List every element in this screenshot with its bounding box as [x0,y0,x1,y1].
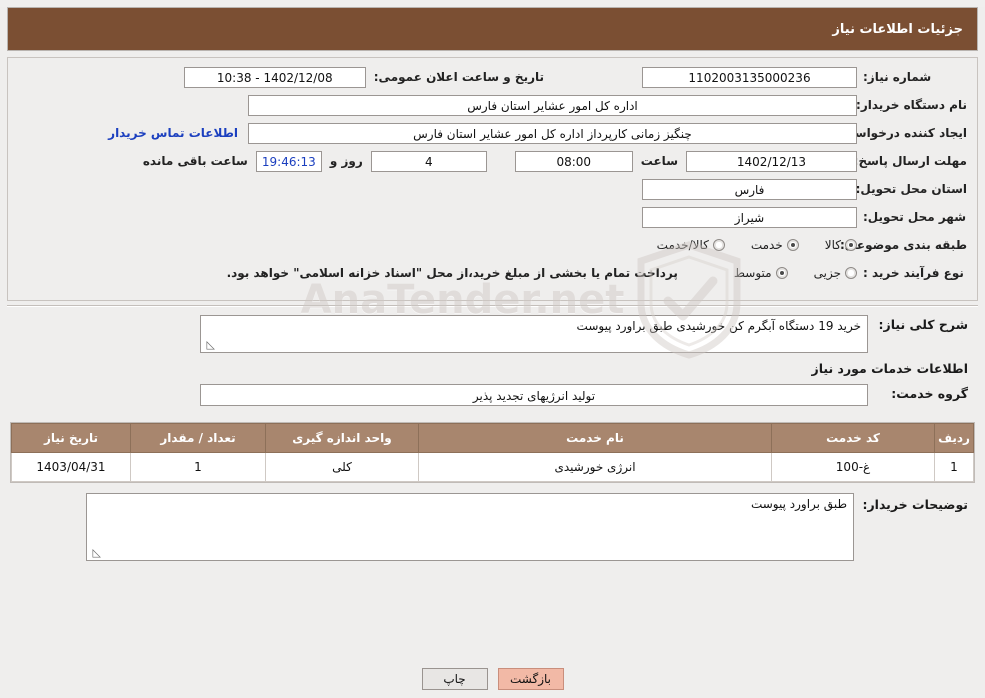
summary-section: شرح کلی نیاز: خرید 19 دستگاه آبگرم کن خو… [7,307,978,418]
city-value: شیراز [642,206,857,228]
page-title: جزئیات اطلاعات نیاز [832,21,963,37]
col-row: ردیف [934,423,974,453]
buyer-contact-link[interactable]: اطلاعات تماس خریدار [108,126,248,140]
category-option-khedmat-label: خدمت [750,238,783,252]
deadline-label: مهلت ارسال پاسخ: تا تاریخ: [802,154,967,168]
summary-label: شرح کلی نیاز: [878,317,968,332]
need-details-panel: شماره نیاز: 1102003135000236 تاریخ و ساع… [7,57,978,301]
row-deadline: مهلت ارسال پاسخ: تا تاریخ: 1402/12/13 سا… [18,150,967,172]
process-option-motavaset[interactable]: متوسط [734,266,788,280]
radio-icon-motavaset[interactable] [775,267,788,279]
remaining-label: ساعت باقی مانده [142,154,248,168]
process-option-motavaset-label: متوسط [733,266,772,280]
row-service-group: گروه خدمت: تولید انرژیهای تجدید پذیر [17,384,968,406]
announce-datetime-label: تاریخ و ساعت اعلان عمومی: [373,70,544,84]
buyer-notes-textarea[interactable]: طبق براورد پیوست ◺ [86,493,854,561]
buyer-org-label: نام دستگاه خریدار: [856,98,967,112]
buyer-notes-value: طبق براورد پیوست [750,497,847,511]
back-button[interactable]: بازگشت [497,668,564,690]
cell-unit: کلی [265,452,419,482]
row-city: شهر محل تحویل: شیراز [18,206,967,228]
radio-icon-khedmat[interactable] [786,239,799,251]
cell-date: 1403/04/31 [11,452,131,482]
process-label: نوع فرآیند خرید : [863,266,964,280]
radio-icon-kala-khedmat[interactable] [712,239,725,251]
col-qty: تعداد / مقدار [130,423,266,453]
city-label: شهر محل تحویل: [863,210,967,224]
row-buyer-notes: توضیحات خریدار: طبق براورد پیوست ◺ [17,493,968,561]
hour-label: ساعت [640,154,678,168]
days-label: روز و [329,154,363,168]
resize-handle-icon-notes[interactable]: ◺ [89,547,101,559]
row-need-number: شماره نیاز: 1102003135000236 تاریخ و ساع… [18,66,967,88]
requester-value: چنگیز زمانی کارپرداز اداره کل امور عشایر… [248,122,857,144]
services-table-wrap: ردیف کد خدمت نام خدمت واحد اندازه گیری ت… [10,422,975,483]
row-province: استان محل تحویل: فارس [18,178,967,200]
table-header-row: ردیف کد خدمت نام خدمت واحد اندازه گیری ت… [11,423,974,453]
category-label: طبقه بندی موضوعی: [839,238,967,252]
process-option-jozi[interactable]: جزیی [814,266,857,280]
radio-icon-kala[interactable] [845,239,857,251]
col-date: تاریخ نیاز [11,423,131,453]
process-option-jozi-label: جزیی [813,266,841,280]
province-label: استان محل تحویل: [855,182,967,196]
need-number-label: شماره نیاز: [863,70,932,84]
remaining-time-value: 19:46:13 [255,150,322,172]
need-number-value: 1102003135000236 [642,66,857,88]
page-root: AnaTender.net جزئیات اطلاعات نیاز شماره … [0,7,985,698]
resize-handle-icon[interactable]: ◺ [203,339,215,351]
category-option-kala-khedmat[interactable]: کالا/خدمت [657,238,725,252]
category-option-kala-khedmat-label: کالا/خدمت [656,238,709,252]
services-table: ردیف کد خدمت نام خدمت واحد اندازه گیری ت… [11,423,974,482]
row-requester: ایجاد کننده درخواست: چنگیز زمانی کارپردا… [18,122,967,144]
action-buttons: بازگشت چاپ [0,668,985,690]
category-option-kala-label: کالا [824,238,841,252]
cell-name: انرژی خورشیدی [418,452,772,482]
requester-label: ایجاد کننده درخواست: [837,126,967,140]
col-name: نام خدمت [418,423,772,453]
services-section-title: اطلاعات خدمات مورد نیاز [811,361,969,376]
page-header: جزئیات اطلاعات نیاز [7,7,978,51]
cell-qty: 1 [130,452,266,482]
col-unit: واحد اندازه گیری [265,423,419,453]
payment-note: پرداخت تمام یا بخشی از مبلغ خرید،از محل … [226,266,678,280]
row-category: طبقه بندی موضوعی: کالا خدمت کالا/خدمت [18,234,967,256]
deadline-date-value: 1402/12/13 [686,150,857,172]
category-option-khedmat[interactable]: خدمت [751,238,799,252]
cell-code: غ-100 [771,452,935,482]
summary-value: خرید 19 دستگاه آبگرم کن خورشیدی طبق براو… [576,319,861,333]
service-group-value: تولید انرژیهای تجدید پذیر [200,384,868,406]
cell-row: 1 [934,452,974,482]
category-option-kala[interactable]: کالا [825,238,857,252]
announce-datetime-value: 1402/12/08 - 10:38 [183,66,366,88]
summary-textarea[interactable]: خرید 19 دستگاه آبگرم کن خورشیدی طبق براو… [200,315,868,353]
row-buyer-org: نام دستگاه خریدار: اداره کل امور عشایر ا… [18,94,967,116]
row-process-type: نوع فرآیند خرید : جزیی متوسط پرداخت تمام… [18,262,967,284]
province-value: فارس [642,178,857,200]
radio-icon-jozi[interactable] [845,267,857,279]
col-code: کد خدمت [771,423,935,453]
table-row: 1 غ-100 انرژی خورشیدی کلی 1 1403/04/31 [11,452,974,482]
remaining-days-value: 4 [370,150,487,172]
deadline-hour-value: 08:00 [514,150,633,172]
service-group-label: گروه خدمت: [891,386,968,401]
buyer-org-value: اداره کل امور عشایر استان فارس [248,94,857,116]
buyer-notes-label: توضیحات خریدار: [862,497,968,512]
row-summary: شرح کلی نیاز: خرید 19 دستگاه آبگرم کن خو… [17,315,968,353]
print-button[interactable]: چاپ [421,668,488,690]
buyer-notes-section: توضیحات خریدار: طبق براورد پیوست ◺ [7,483,978,573]
